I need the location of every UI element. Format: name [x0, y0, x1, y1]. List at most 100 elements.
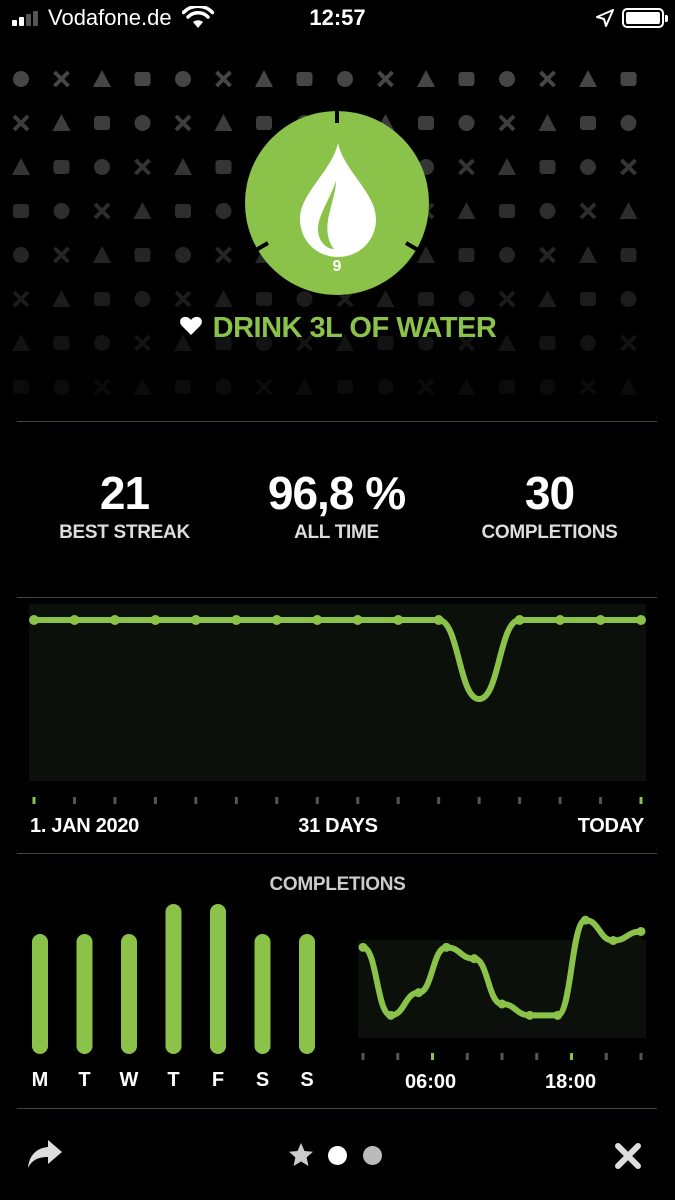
pattern-icon: [175, 204, 191, 218]
hour-tick: [465, 1053, 469, 1060]
pattern-icon: [498, 114, 516, 132]
hour-data-point: [441, 942, 451, 952]
hour-data-point: [525, 1010, 535, 1020]
trend-chart[interactable]: [0, 596, 675, 826]
pattern-icon: [215, 246, 232, 264]
hour-data-point: [636, 926, 646, 936]
pattern-icon: [579, 70, 597, 87]
hour-data-point: [497, 999, 507, 1009]
bottom-bar: [0, 1120, 675, 1200]
trend-chart-background: [29, 604, 646, 781]
pattern-icon: [255, 378, 273, 396]
pattern-icon: [53, 160, 70, 174]
close-icon[interactable]: [614, 1142, 642, 1170]
pattern-icon: [417, 70, 435, 87]
weekday-bar: [210, 904, 226, 1054]
hour-area-chart[interactable]: [350, 900, 660, 1070]
share-icon[interactable]: [26, 1138, 64, 1170]
clock: 12:57: [309, 5, 366, 30]
pattern-icon: [377, 379, 394, 395]
pattern-icon: [215, 203, 232, 219]
star-icon[interactable]: [288, 1142, 314, 1168]
trend-data-point: [109, 615, 120, 625]
pattern-icon: [377, 70, 394, 88]
trend-data-point: [595, 615, 606, 625]
stat-label: BEST STREAK: [59, 522, 190, 543]
pattern-icon: [255, 70, 273, 87]
pattern-icon: [13, 380, 29, 394]
pattern-icon: [215, 70, 232, 88]
pattern-icon: [498, 158, 516, 175]
pattern-icon: [458, 248, 475, 262]
stat-value: 96,8 %: [267, 467, 406, 519]
trend-start-label: 1. JAN 2020: [30, 815, 139, 837]
water-drop-icon: [300, 143, 376, 257]
trend-tick: [639, 797, 643, 804]
trend-middle-label: 31 DAYS: [298, 815, 378, 837]
pattern-icon: [337, 380, 353, 394]
hour-tick: [604, 1053, 608, 1060]
trend-tick: [234, 797, 238, 804]
trend-data-point: [514, 615, 525, 625]
pattern-icon: [538, 114, 557, 131]
pattern-icon: [12, 114, 30, 132]
pattern-icon: [13, 204, 29, 218]
divider: [17, 1108, 657, 1109]
pattern-icon: [175, 71, 191, 87]
pattern-icon: [175, 247, 191, 263]
weekday-bar: [165, 904, 182, 1054]
location-icon: [596, 9, 614, 27]
trend-tick: [153, 797, 157, 804]
pattern-icon: [620, 115, 637, 131]
trend-tick: [477, 797, 481, 804]
pattern-icon: [579, 246, 597, 263]
weekday-label: T: [78, 1069, 91, 1091]
pattern-icon: [417, 378, 435, 396]
pattern-icon: [53, 70, 70, 88]
pattern-icon: [214, 114, 233, 131]
hour-data-point: [469, 954, 479, 964]
pattern-icon: [94, 292, 110, 306]
pattern-icon: [134, 248, 151, 262]
trend-tick: [437, 797, 441, 804]
pattern-icon: [214, 290, 233, 307]
trend-tick: [558, 797, 562, 804]
hour-tick: [500, 1053, 504, 1060]
pattern-icon: [13, 247, 29, 263]
heart-icon[interactable]: [179, 316, 203, 336]
trend-tick: [32, 797, 36, 804]
pattern-icon: [174, 290, 192, 308]
weekday-label: S: [255, 1069, 270, 1091]
page-indicator-dot[interactable]: [363, 1146, 382, 1165]
pattern-icon: [620, 158, 637, 176]
weekday-label: W: [119, 1069, 139, 1091]
pattern-icon: [296, 72, 313, 86]
trend-data-point: [231, 615, 242, 625]
trend-data-point: [69, 615, 80, 625]
pattern-icon: [539, 70, 556, 88]
pattern-icon: [499, 204, 515, 218]
pattern-icon: [539, 379, 556, 395]
hour-label-18: 18:00: [545, 1071, 597, 1093]
pattern-icon: [580, 159, 596, 175]
pattern-icon: [579, 378, 597, 396]
pattern-icon: [13, 71, 29, 87]
trend-tick: [315, 797, 319, 804]
pattern-icon: [498, 290, 516, 308]
pattern-icon: [539, 160, 556, 174]
pattern-icon: [215, 379, 232, 395]
page-indicator-dot[interactable]: [328, 1146, 347, 1165]
hour-tick: [361, 1053, 365, 1060]
pattern-icon: [499, 247, 515, 263]
pattern-icon: [133, 202, 152, 219]
hour-tick: [431, 1053, 434, 1060]
pattern-icon: [499, 71, 515, 87]
hour-data-point: [358, 942, 368, 952]
habit-title: DRINK 3L OF WATER: [212, 312, 497, 344]
hour-data-point: [386, 1010, 396, 1020]
pattern-icon: [579, 202, 597, 220]
trend-data-point: [271, 615, 282, 625]
weekday-label: T: [167, 1069, 180, 1091]
hour-data-point: [553, 1010, 563, 1020]
battery-icon: [622, 8, 668, 28]
